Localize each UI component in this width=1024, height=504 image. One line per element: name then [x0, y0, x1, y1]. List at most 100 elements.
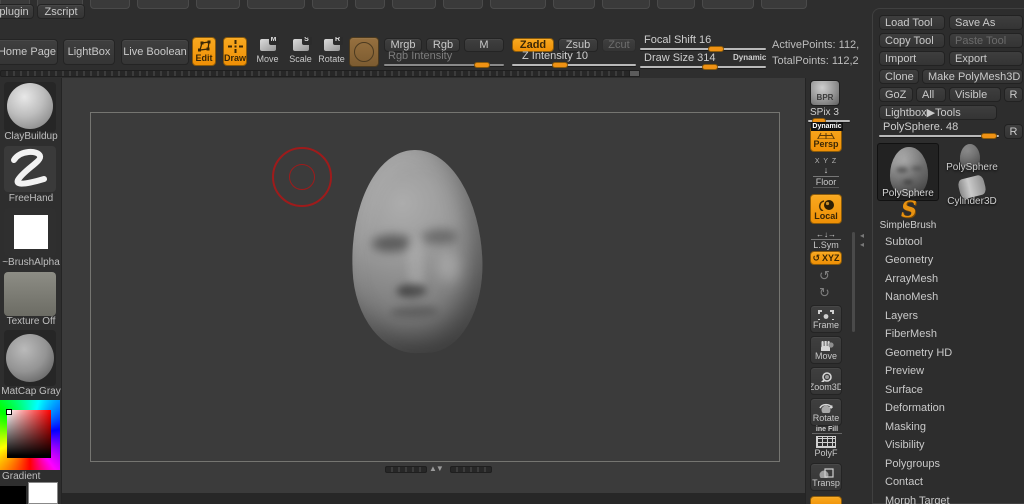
menu-stub[interactable] — [490, 0, 546, 9]
section-surface[interactable]: Surface — [885, 384, 1024, 396]
transp-button[interactable]: Transp — [810, 463, 842, 491]
section-contact[interactable]: Contact — [885, 476, 1024, 488]
section-geometry[interactable]: Geometry — [885, 254, 1024, 266]
menu-zscript[interactable]: Zscript — [37, 4, 85, 19]
top-tray-divider[interactable] — [0, 70, 640, 77]
edit-button[interactable]: Edit — [192, 37, 216, 66]
menu-stub[interactable] — [761, 0, 807, 9]
make-polymesh3d-button[interactable]: Make PolyMesh3D — [922, 69, 1023, 84]
menu-stub[interactable] — [443, 0, 483, 9]
shelf-scroll-arrows[interactable]: ◂ ◂ — [860, 231, 864, 249]
menu-stub[interactable] — [702, 0, 754, 9]
spin-z-icon[interactable]: ↻ — [819, 285, 830, 301]
lsym-button[interactable]: ←↓→ L.Sym — [810, 228, 842, 250]
top-tray-handle[interactable] — [629, 70, 640, 77]
ghost-button-partial[interactable] — [810, 496, 842, 504]
spix-slider[interactable]: SPix 3 — [808, 107, 850, 124]
section-nanomesh[interactable]: NanoMesh — [885, 291, 1024, 303]
slider-r-button[interactable]: R — [1004, 124, 1023, 139]
scale-button[interactable]: S Scale — [287, 37, 314, 66]
bottom-tray-right[interactable] — [450, 466, 492, 473]
xyz-button[interactable]: ↺ XYZ — [810, 251, 842, 265]
current-material-thumb[interactable] — [4, 330, 56, 386]
shelf-rotate-button[interactable]: Rotate — [810, 398, 842, 426]
goz-button[interactable]: GoZ — [879, 87, 913, 102]
draw-size-handle[interactable] — [702, 64, 718, 70]
floor-button[interactable]: X Y Z ↓ Floor — [810, 156, 842, 190]
menu-stub[interactable] — [355, 0, 385, 9]
lightbox-button[interactable]: LightBox — [63, 39, 115, 65]
recent-polysphere-thumb[interactable]: PolySphere — [942, 143, 1002, 173]
polyf-button[interactable]: PolyF — [810, 434, 842, 460]
rotate-button[interactable]: R Rotate — [317, 37, 346, 66]
active-tool-thumb[interactable]: PolySphere — [877, 143, 939, 201]
section-polygroups[interactable]: Polygroups — [885, 458, 1024, 470]
export-button[interactable]: Export — [949, 51, 1023, 66]
menu-zplugin[interactable]: plugin — [0, 4, 34, 19]
polysphere-slider[interactable]: PolySphere. 48 — [879, 121, 999, 139]
rgb-intensity-handle[interactable] — [474, 62, 490, 68]
current-brush-thumb[interactable] — [4, 82, 56, 132]
spin-y-icon[interactable]: ↺ — [819, 268, 830, 284]
section-morph-target[interactable]: Morph Target — [885, 495, 1024, 504]
menu-stub[interactable] — [196, 0, 240, 9]
menu-stub[interactable] — [247, 0, 305, 9]
saturation-square[interactable] — [7, 410, 51, 458]
move-button[interactable]: M Move — [254, 37, 281, 66]
menu-stub[interactable] — [392, 0, 436, 9]
shelf-scrollbar[interactable] — [852, 232, 855, 332]
canvas-viewport[interactable]: ▲▼ — [62, 78, 805, 493]
stroke-circle-icon[interactable] — [349, 37, 379, 67]
local-button[interactable]: Local — [810, 194, 842, 224]
simplebrush-thumb[interactable]: S SimpleBrush — [877, 197, 939, 231]
live-boolean-button[interactable]: Live Boolean — [121, 39, 189, 65]
section-subtool[interactable]: Subtool — [885, 236, 1024, 248]
r-button[interactable]: R — [1004, 87, 1023, 102]
bottom-tray-left[interactable] — [385, 466, 427, 473]
load-tool-button[interactable]: Load Tool — [879, 15, 945, 30]
lightbox-tools-button[interactable]: Lightbox▶Tools — [879, 105, 997, 120]
main-color-swatch[interactable] — [28, 482, 58, 504]
section-fibermesh[interactable]: FiberMesh — [885, 328, 1024, 340]
menu-stub[interactable] — [90, 0, 130, 9]
section-preview[interactable]: Preview — [885, 365, 1024, 377]
bpr-button[interactable]: BPR — [810, 80, 840, 106]
draw-button[interactable]: Draw — [223, 37, 247, 66]
menu-stub[interactable] — [657, 0, 695, 9]
paste-tool-button[interactable]: Paste Tool — [949, 33, 1023, 48]
section-geometry-hd[interactable]: Geometry HD — [885, 347, 1024, 359]
shelf-move-button[interactable]: Move — [810, 336, 842, 364]
menu-stub[interactable] — [137, 0, 189, 9]
current-texture-thumb[interactable] — [4, 272, 56, 316]
menu-stub[interactable] — [312, 0, 348, 9]
z-intensity-slider[interactable]: Z Intensity 10 — [512, 50, 636, 68]
copy-tool-button[interactable]: Copy Tool — [879, 33, 945, 48]
section-visibility[interactable]: Visibility — [885, 439, 1024, 451]
section-layers[interactable]: Layers — [885, 310, 1024, 322]
focal-shift-slider[interactable]: Focal Shift 16 — [640, 34, 766, 52]
rgb-intensity-slider[interactable]: Rgb Intensity — [384, 50, 504, 68]
tray-toggle-arrows[interactable]: ▲▼ — [429, 464, 444, 473]
current-alpha-thumb[interactable] — [4, 208, 56, 256]
section-arraymesh[interactable]: ArrayMesh — [885, 273, 1024, 285]
line-fill-label[interactable]: ine Fill — [812, 426, 842, 434]
section-masking[interactable]: Masking — [885, 421, 1024, 433]
recent-cylinder-thumb[interactable]: Cylinder3D — [942, 174, 1002, 207]
current-stroke-thumb[interactable] — [4, 146, 56, 192]
color-picker[interactable] — [0, 400, 60, 470]
brush-label: ClayBuildup — [4, 131, 58, 142]
visible-button[interactable]: Visible — [949, 87, 1001, 102]
menu-stub[interactable] — [553, 0, 595, 9]
section-deformation[interactable]: Deformation — [885, 402, 1024, 414]
zoom3d-button[interactable]: Zoom3D — [810, 367, 842, 395]
polysphere-handle[interactable] — [981, 133, 997, 139]
menu-stub[interactable] — [602, 0, 650, 9]
import-button[interactable]: Import — [879, 51, 945, 66]
save-as-button[interactable]: Save As — [949, 15, 1023, 30]
frame-button[interactable]: Frame — [810, 305, 842, 333]
all-button[interactable]: All — [916, 87, 946, 102]
secondary-color-swatch[interactable] — [0, 486, 26, 504]
home-page-button[interactable]: Home Page — [0, 39, 58, 65]
z-intensity-handle[interactable] — [552, 62, 568, 68]
clone-button[interactable]: Clone — [879, 69, 919, 84]
